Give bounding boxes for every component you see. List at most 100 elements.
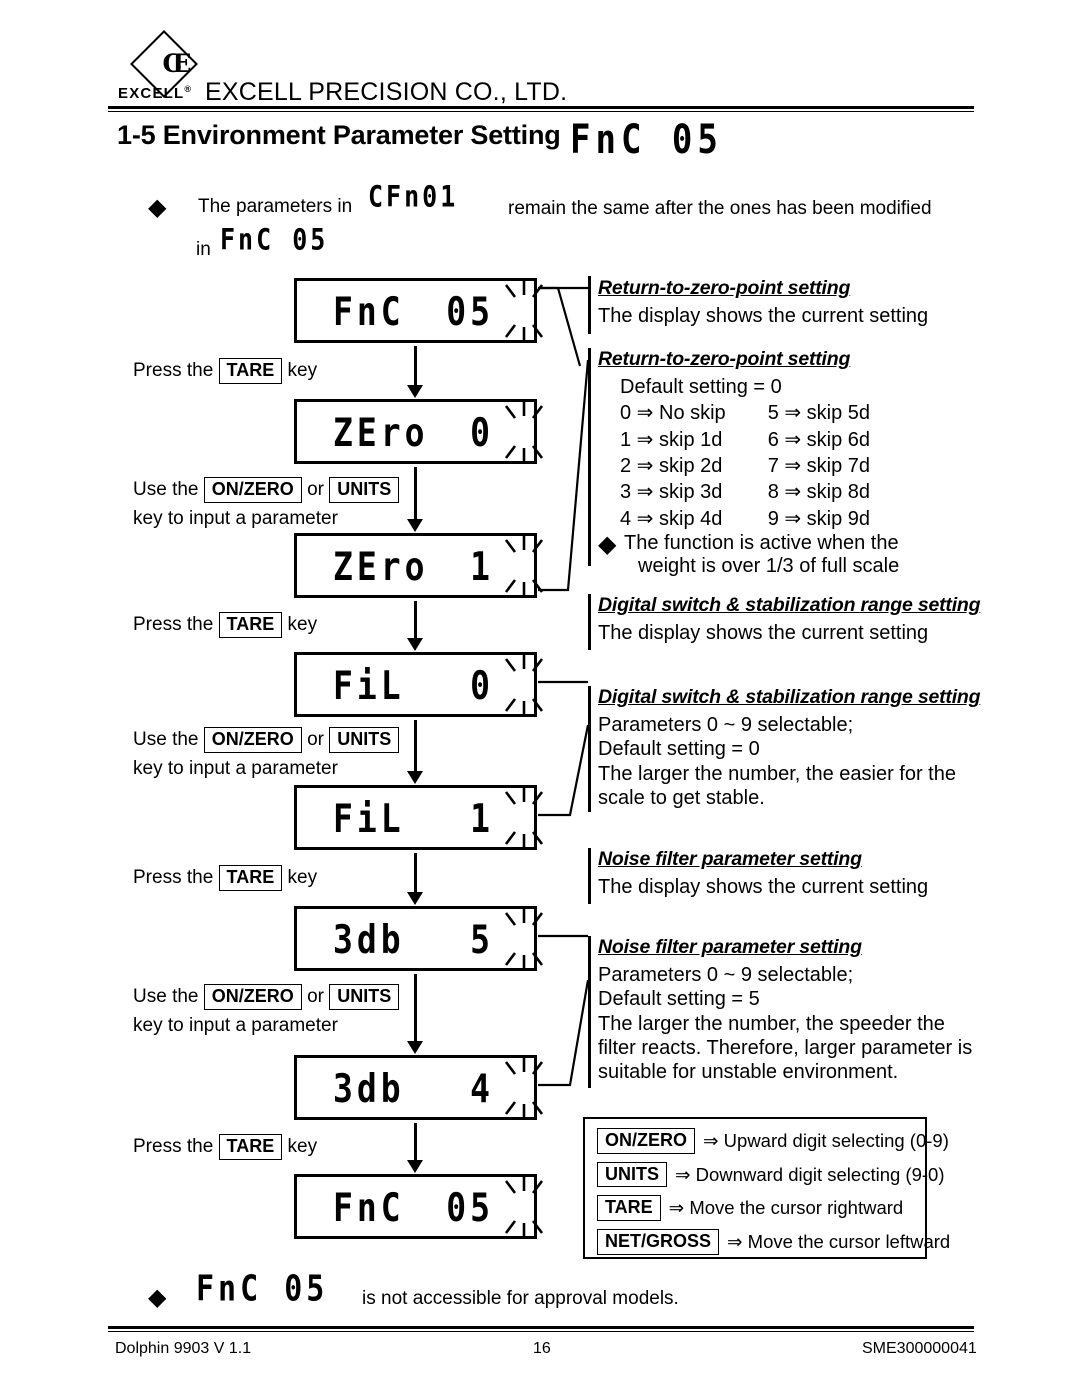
instruction-7-pre: Press the [133,1136,214,1157]
key-chip-tare-1[interactable]: TARE [218,358,283,384]
bottom-note-bullet: ◆ [148,1283,166,1312]
brace-noise-detail [588,936,591,1088]
bullet-icon-bottom: ◆ [148,1285,167,1311]
key-chip-units-2[interactable]: UNITS [329,727,400,753]
footer-rule-thick [108,1326,974,1329]
lcd-label-7: 3db [333,1064,405,1111]
legend-arrow-0: ⇒ [703,1129,719,1151]
desc-zero-detail-heading: Return-to-zero-point setting [598,348,851,370]
key-chip-onzero-3[interactable]: ON/ZERO [203,984,302,1010]
or-word-1: or [307,479,324,500]
instruction-5-pre: Press the [133,867,214,888]
desc-digital-detail-line-1: Parameters 0 ~ 9 selectable; [598,713,854,736]
desc-digital-current-line-1: The display shows the current setting [598,621,929,644]
key-chip-units-1[interactable]: UNITS [329,477,400,503]
desc-noise-detail-line-5: suitable for unstable environment. [598,1061,899,1084]
skip-table: 0 ⇒ No skip 5 ⇒ skip 5d 1 ⇒ skip 1d 6 ⇒ … [620,400,870,532]
skip-row-1: 1 ⇒ skip 1d 6 ⇒ skip 6d [620,427,870,453]
brace-noise-current [588,848,591,904]
skip-left-2: 2 ⇒ skip 2d [620,455,723,477]
skip-row-2: 2 ⇒ skip 2d 7 ⇒ skip 7d [620,453,870,479]
flow-arrow-6 [414,974,417,1042]
legend-arrow-3: ⇒ [727,1230,743,1252]
instruction-1-pre: Press the [133,360,214,381]
logo-word-text: EXCELL [118,85,185,102]
desc-noise-detail-line-1: Parameters 0 ~ 9 selectable; [598,963,854,986]
key-chip-tare-4[interactable]: TARE [218,1134,283,1160]
instruction-6-pre: Use the [133,986,199,1007]
brace-zero-current [588,276,591,334]
skip-right-1: 6 ⇒ skip 6d [767,428,871,451]
top-note-part1: The parameters in [198,196,353,217]
desc-zero-current: Return-to-zero-point setting The display… [598,277,928,327]
desc-noise-current-heading: Noise filter parameter setting [598,848,862,870]
legend-row-units: UNITS ⇒ Downward digit selecting (9-0) [597,1161,945,1188]
desc-zero-detail-note: ◆ The function is active when the weight… [598,532,899,577]
legend-row-tare: TARE ⇒ Move the cursor rightward [597,1195,925,1222]
flow-arrowhead-6 [407,1041,423,1054]
desc-digital-detail-line-3: The larger the number, the easier for th… [598,762,956,785]
flow-arrow-3 [414,601,417,639]
legend-arrow-1: ⇒ [675,1163,691,1185]
flow-arrowhead-3 [407,638,423,651]
instruction-3: Press the TARE key [133,612,317,638]
desc-zero-detail-note-line1: The function is active when the [624,532,899,555]
instruction-5-post: key [287,867,318,888]
brace-digital-current [588,594,591,650]
skip-left-0: 0 ⇒ No skip [620,402,726,425]
flow-arrow-5 [414,853,417,893]
desc-noise-detail-line-4: filter reacts. Therefore, larger paramet… [598,1037,973,1059]
desc-digital-detail-line-2: Default setting = 0 [598,738,760,761]
brace-digital-detail [588,686,591,812]
instruction-5: Press the TARE key [133,865,317,891]
desc-noise-detail-line-2: Default setting = 5 [598,988,760,1011]
bottom-note-code: FnC 05 [196,1268,329,1311]
instruction-2: Use the ON/ZERO or UNITS key to input a … [133,477,400,531]
logo-monogram-icon: CE [162,48,192,78]
top-note-code-cfn01: CFn01 [368,179,459,214]
legend-text-units: ⇒ Downward digit selecting (9-0) [675,1164,945,1186]
skip-row-0: 0 ⇒ No skip 5 ⇒ skip 5d [620,400,870,426]
skip-right-3: 8 ⇒ skip 8d [767,481,871,504]
legend-key-onzero[interactable]: ON/ZERO [597,1128,696,1154]
page-title-code: FnC 05 [570,116,723,164]
legend-desc-0: Upward digit selecting (0-9) [723,1129,949,1151]
page-title: 1-5 Environment Parameter Setting [117,120,561,150]
legend-desc-1: Downward digit selecting (9-0) [695,1163,945,1185]
footer-left: Dolphin 9903 V 1.1 [115,1340,252,1357]
legend-key-units[interactable]: UNITS [597,1161,667,1188]
bullet-icon: ◆ [148,195,167,221]
legend-key-tare[interactable]: TARE [597,1195,661,1222]
desc-zero-detail: Return-to-zero-point setting Default set… [598,348,899,577]
header-rule-thin [108,111,974,112]
logo-wordmark: EXCELL® [118,84,191,102]
desc-noise-detail-heading: Noise filter parameter setting [598,936,862,958]
lcd-label-2: ZEro [333,408,429,455]
brace-zero-detail [588,348,591,566]
skip-right-2: 7 ⇒ skip 7d [767,455,871,477]
legend-key-netgross[interactable]: NET/GROSS [597,1229,720,1255]
legend-row-netgross: NET/GROSS ⇒ Move the cursor leftward [597,1229,950,1255]
top-note-bullet: ◆ [148,193,166,222]
flow-arrow-2 [414,467,417,520]
key-chip-units-3[interactable]: UNITS [329,984,400,1010]
instruction-7: Press the TARE key [133,1134,317,1160]
key-chip-tare-3[interactable]: TARE [218,865,283,891]
top-note-part3: in [196,239,211,260]
instruction-4-pre: Use the [133,729,199,750]
key-chip-onzero-2[interactable]: ON/ZERO [203,727,302,753]
lcd-label-8: FnC [333,1183,405,1230]
bottom-note-text: is not accessible for approval models. [362,1288,679,1309]
desc-digital-current: Digital switch & stabilization range set… [598,594,981,644]
manual-page: CE EXCELL® EXCELL PRECISION CO., LTD. 1-… [0,0,1080,1397]
instruction-2-pre: Use the [133,479,199,500]
flow-arrowhead-7 [407,1160,423,1173]
key-chip-onzero-1[interactable]: ON/ZERO [203,477,302,503]
desc-noise-detail: Noise filter parameter setting Parameter… [598,936,973,1084]
desc-noise-current: Noise filter parameter setting The displ… [598,848,928,898]
skip-right-4: 9 ⇒ skip 9d [767,507,871,530]
key-chip-tare-2[interactable]: TARE [218,612,283,638]
key-legend-box: ON/ZERO ⇒ Upward digit selecting (0-9) U… [583,1117,950,1259]
instruction-3-post: key [287,614,318,635]
legend-text-tare: ⇒ Move the cursor rightward [669,1197,904,1219]
